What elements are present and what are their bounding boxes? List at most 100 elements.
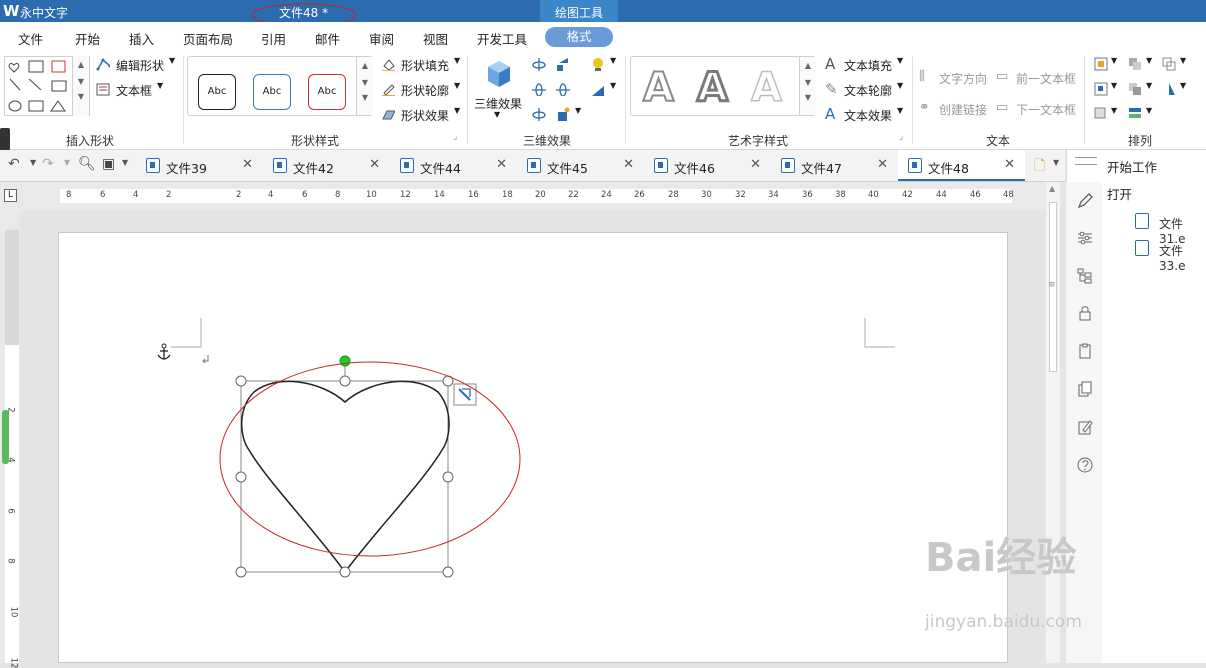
3d-surface-icon[interactable] (590, 82, 604, 96)
undo-icon[interactable]: ↶ (8, 156, 20, 172)
shape-fill-dropdown-icon[interactable]: ▼ (454, 56, 460, 65)
text-effect-button[interactable]: 文本效果 (844, 107, 892, 124)
shape-styles-launcher-icon[interactable]: ⌟ (453, 132, 457, 142)
close-icon[interactable]: ✕ (1004, 157, 1015, 172)
settings-sliders-icon[interactable] (1077, 230, 1093, 246)
doc-tab[interactable]: 文件39 ✕ (136, 150, 263, 181)
close-icon[interactable]: ✕ (369, 157, 380, 172)
tab-format[interactable]: 格式 (545, 27, 613, 47)
quick-access-dropdown-icon[interactable]: ▼ (122, 158, 128, 167)
resize-handle-nw[interactable] (235, 375, 247, 387)
text-effect-dropdown-icon[interactable]: ▼ (897, 106, 903, 115)
send-backward-icon[interactable] (1128, 82, 1142, 96)
save-icon[interactable]: ▣ (102, 156, 115, 172)
menu-insert[interactable]: 插入 (129, 29, 154, 48)
resize-handle-e[interactable] (442, 471, 454, 483)
lock-icon[interactable] (1077, 305, 1093, 321)
wrap-text-dropdown-icon[interactable]: ▼ (1111, 81, 1117, 90)
text-fill-dropdown-icon[interactable]: ▼ (897, 56, 903, 65)
group-objects-icon[interactable] (1162, 57, 1176, 71)
resize-handle-sw[interactable] (235, 566, 247, 578)
doc-tab[interactable]: 文件44 ✕ (390, 150, 517, 181)
menu-file[interactable]: 文件 (18, 29, 43, 48)
style-gallery-scroll[interactable]: ▲ ▼ ▼ (356, 57, 373, 115)
redo-dropdown-icon[interactable]: ▼ (64, 158, 70, 167)
resize-handle-se[interactable] (442, 566, 454, 578)
align-icon[interactable] (1128, 107, 1142, 121)
wordart-gallery-scroll[interactable]: ▲ ▼ ▼ (799, 57, 816, 115)
edit-note-icon[interactable] (1077, 419, 1093, 435)
resize-handle-w[interactable] (235, 471, 247, 483)
vertical-scrollbar[interactable]: ▲ ≡ (1046, 182, 1060, 663)
edit-shape-button[interactable]: 编辑形状 (116, 57, 164, 74)
text-box-button[interactable]: 文本框 (116, 82, 152, 99)
wordart-style-1[interactable]: A (642, 64, 675, 112)
selection-pane-dropdown-icon[interactable]: ▼ (1111, 106, 1117, 115)
position-dropdown-icon[interactable]: ▼ (1111, 56, 1117, 65)
rotate-icon[interactable] (1162, 82, 1176, 96)
new-tab-icon[interactable]: 🗋 (1034, 155, 1045, 179)
position-icon[interactable] (1094, 57, 1108, 71)
wordart-style-gallery[interactable]: A A A ▲ ▼ ▼ (630, 56, 816, 116)
rotate-dropdown-icon[interactable]: ▼ (1180, 81, 1186, 90)
3d-surface-dropdown-icon[interactable]: ▼ (610, 81, 616, 90)
shape-outline-dropdown-icon[interactable]: ▼ (454, 81, 460, 90)
create-link-button[interactable]: 创建链接 (939, 101, 987, 118)
wrap-text-icon[interactable] (1094, 82, 1108, 96)
close-icon[interactable]: ✕ (750, 157, 761, 172)
shape-outline-button[interactable]: 形状轮廓 (401, 82, 449, 99)
shape-style-blue[interactable]: Abc (253, 74, 291, 110)
next-text-box-button[interactable]: 下一文本框 (1016, 101, 1076, 118)
prev-text-box-button[interactable]: 前一文本框 (1016, 70, 1076, 87)
3d-tilt-down-icon[interactable] (532, 107, 546, 121)
rotate-handle[interactable] (339, 355, 351, 367)
doc-tab[interactable]: 文件42 ✕ (263, 150, 390, 181)
close-icon[interactable]: ✕ (242, 157, 253, 172)
doc-tab-active[interactable]: 文件48 ✕ (898, 150, 1025, 181)
wordart-style-3[interactable]: A (750, 64, 782, 112)
undo-dropdown-icon[interactable]: ▼ (30, 158, 36, 167)
text-direction-button[interactable]: 文字方向 (939, 70, 987, 87)
menu-review[interactable]: 审阅 (369, 29, 394, 48)
shape-style-black[interactable]: Abc (198, 74, 236, 110)
side-panel-menu-icon[interactable] (1075, 157, 1097, 165)
3d-lighting-icon[interactable] (590, 57, 604, 71)
text-box-dropdown-icon[interactable]: ▼ (157, 81, 163, 90)
text-fill-button[interactable]: 文本填充 (844, 57, 892, 74)
3d-depth-dropdown-icon[interactable]: ▼ (575, 106, 581, 115)
open-label[interactable]: 打开 (1107, 184, 1132, 203)
navigation-icon[interactable] (1077, 268, 1093, 284)
shape-effect-button[interactable]: 形状效果 (401, 107, 449, 124)
clipboard-icon[interactable] (1077, 343, 1093, 359)
align-dropdown-icon[interactable]: ▼ (1146, 106, 1152, 115)
print-preview-icon[interactable]: 🔍︎ (78, 156, 96, 172)
vertical-ruler-handle[interactable] (2, 410, 9, 464)
bring-forward-icon[interactable] (1128, 57, 1142, 71)
doc-tab[interactable]: 文件45 ✕ (517, 150, 644, 181)
edit-shape-dropdown-icon[interactable]: ▼ (169, 56, 175, 65)
shape-effect-dropdown-icon[interactable]: ▼ (454, 106, 460, 115)
menu-references[interactable]: 引用 (261, 29, 286, 48)
drawing-tools-context[interactable]: 绘图工具 (540, 0, 618, 22)
menu-view[interactable]: 视图 (423, 29, 448, 48)
close-icon[interactable]: ✕ (496, 157, 507, 172)
3d-tilt-right-icon[interactable] (556, 82, 570, 96)
close-icon[interactable]: ✕ (623, 157, 634, 172)
bring-forward-dropdown-icon[interactable]: ▼ (1146, 56, 1152, 65)
layout-options-icon[interactable] (453, 383, 477, 406)
help-icon[interactable] (1077, 457, 1093, 473)
group-objects-dropdown-icon[interactable]: ▼ (1180, 56, 1186, 65)
text-outline-button[interactable]: 文本轮廓 (844, 82, 892, 99)
selection-pane-icon[interactable] (1094, 107, 1108, 121)
shape-gallery-scroll[interactable]: ▲ ▼ ▼ (72, 56, 89, 116)
send-backward-dropdown-icon[interactable]: ▼ (1146, 81, 1152, 90)
menu-home[interactable]: 开始 (75, 29, 100, 48)
3d-toggle-icon[interactable] (556, 57, 570, 71)
tab-stop-selector[interactable]: L (4, 189, 17, 202)
3d-lighting-dropdown-icon[interactable]: ▼ (610, 56, 616, 65)
3d-depth-icon[interactable] (556, 107, 570, 121)
scroll-up-icon[interactable]: ▲ (1049, 184, 1055, 193)
anchor-icon[interactable] (157, 343, 171, 360)
3d-tilt-up-icon[interactable] (532, 57, 546, 71)
pencil-icon[interactable] (1077, 193, 1093, 209)
